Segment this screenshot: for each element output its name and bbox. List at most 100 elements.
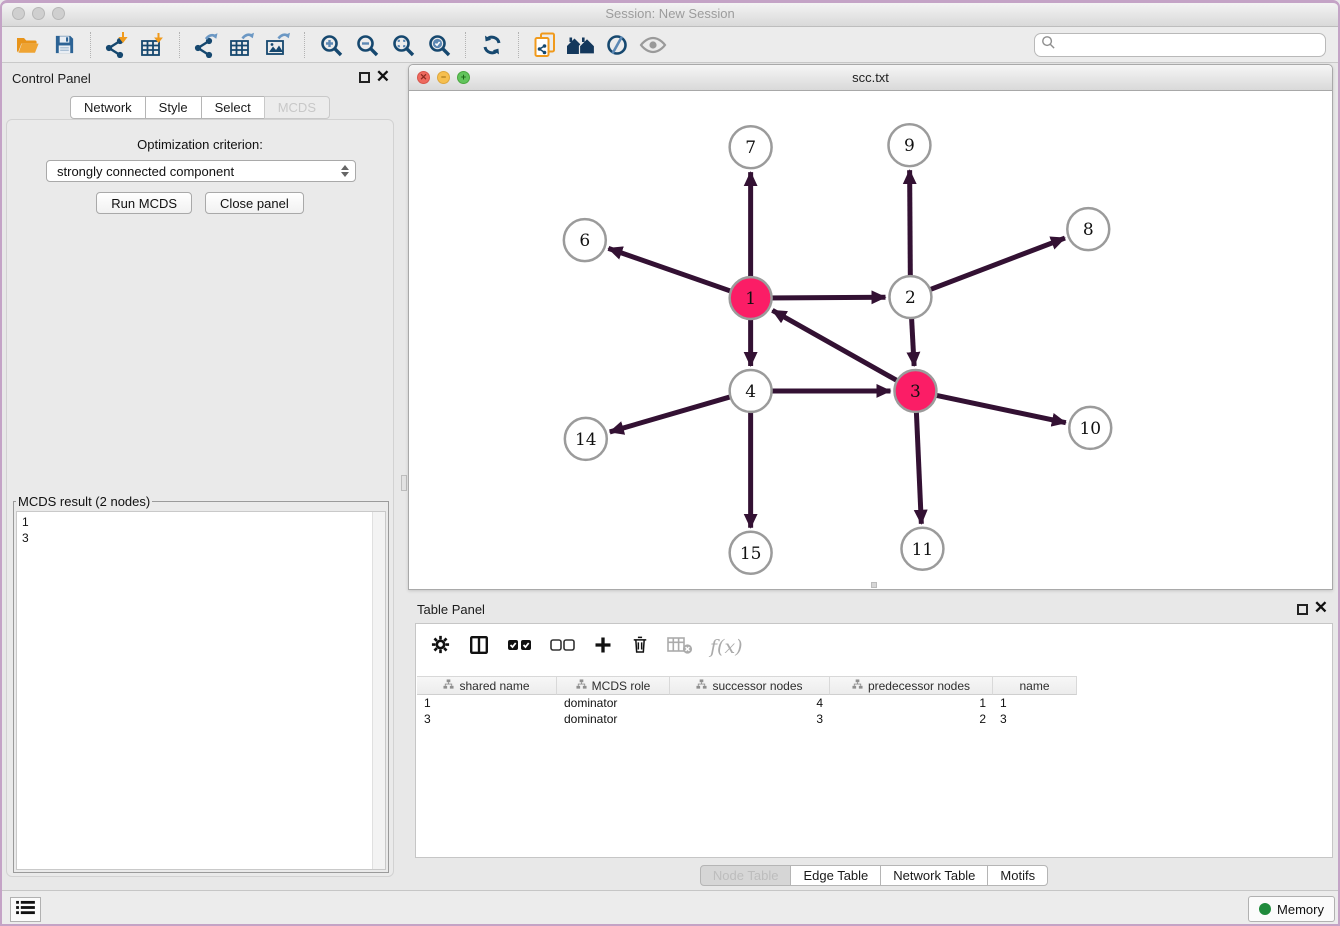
- save-floppy-icon: [53, 33, 76, 56]
- edge-3-10[interactable]: [915, 391, 1065, 423]
- unselect-all-columns-button[interactable]: [550, 637, 576, 658]
- table-cell[interactable]: 3: [417, 711, 557, 727]
- show-column-button[interactable]: [468, 634, 490, 661]
- table-cell[interactable]: 4: [670, 695, 830, 711]
- select-all-columns-button[interactable]: [507, 637, 533, 658]
- status-bar: Memory: [0, 890, 1340, 926]
- float-panel-icon[interactable]: [359, 72, 370, 83]
- tab-select[interactable]: Select: [201, 96, 265, 119]
- table-settings-button[interactable]: [430, 634, 451, 660]
- float-table-panel-icon[interactable]: [1297, 604, 1308, 615]
- trash-icon: [630, 634, 650, 660]
- canvas-resize-handle[interactable]: [871, 582, 877, 588]
- toolbar-separator: [518, 32, 519, 58]
- checked-boxes-icon: [507, 637, 533, 658]
- table-cell[interactable]: 1: [830, 695, 993, 711]
- tab-network-table[interactable]: Network Table: [880, 865, 988, 886]
- run-mcds-button[interactable]: Run MCDS: [96, 192, 192, 214]
- node-label-3: 3: [910, 382, 921, 402]
- column-header-shared-name[interactable]: shared name: [417, 676, 557, 695]
- export-image-button[interactable]: [260, 30, 296, 60]
- plus-icon: [593, 635, 613, 660]
- tab-node-table[interactable]: Node Table: [700, 865, 792, 886]
- mcds-result-fieldset: MCDS result (2 nodes) 1 3: [13, 494, 389, 873]
- tree-icon: [852, 679, 863, 693]
- edge-2-8[interactable]: [910, 238, 1064, 297]
- zoom-out-icon: [355, 33, 379, 57]
- zoom-out-button[interactable]: [349, 30, 385, 60]
- table-cell[interactable]: 3: [670, 711, 830, 727]
- table-cell[interactable]: 3: [993, 711, 1077, 727]
- panel-splitter[interactable]: [400, 63, 408, 890]
- toolbar-separator: [90, 32, 91, 58]
- tab-mcds[interactable]: MCDS: [264, 96, 330, 119]
- delete-table-button[interactable]: [667, 635, 693, 660]
- import-table-button[interactable]: [135, 30, 171, 60]
- hide-graphics-details-button[interactable]: [599, 30, 635, 60]
- import-network-button[interactable]: [99, 30, 135, 60]
- control-panel-header: Control Panel ✕: [0, 63, 400, 93]
- function-builder-button[interactable]: f(x): [710, 636, 743, 658]
- tab-motifs[interactable]: Motifs: [987, 865, 1048, 886]
- result-scrollbar[interactable]: [372, 512, 385, 869]
- memory-button[interactable]: Memory: [1248, 896, 1335, 922]
- main-area: Control Panel ✕ Network Style Select MCD…: [0, 63, 1340, 890]
- optimization-criterion-select[interactable]: strongly connected component: [46, 160, 356, 182]
- edge-1-6[interactable]: [608, 248, 750, 298]
- zoom-fit-button[interactable]: [385, 30, 421, 60]
- node-label-1: 1: [745, 289, 756, 309]
- refresh-layout-button[interactable]: [474, 30, 510, 60]
- delete-column-button[interactable]: [630, 634, 650, 660]
- table-cell[interactable]: 2: [830, 711, 993, 727]
- zoom-in-button[interactable]: [313, 30, 349, 60]
- zoom-selected-icon: [427, 33, 451, 57]
- network-view-window: ✕ − + scc.txt 1234678910111415: [408, 64, 1333, 590]
- tab-edge-table[interactable]: Edge Table: [790, 865, 881, 886]
- memory-label: Memory: [1277, 902, 1324, 917]
- close-panel-button[interactable]: Close panel: [205, 192, 304, 214]
- control-panel-tabs: Network Style Select MCDS: [0, 96, 400, 119]
- search-input[interactable]: [1056, 37, 1319, 52]
- close-panel-icon[interactable]: ✕: [376, 67, 390, 87]
- network-canvas[interactable]: 1234678910111415: [409, 91, 1332, 589]
- export-network-icon: [193, 32, 219, 58]
- table-panel: Table Panel ✕ f(x) shared name MCDS role…: [408, 596, 1340, 890]
- table-cell[interactable]: dominator: [557, 711, 670, 727]
- column-header-predecessor-nodes[interactable]: predecessor nodes: [830, 676, 993, 695]
- search-box: [1034, 33, 1326, 57]
- tab-network[interactable]: Network: [70, 96, 146, 119]
- network-graph[interactable]: 1234678910111415: [409, 91, 1332, 589]
- optimization-criterion-value: strongly connected component: [57, 164, 234, 179]
- home-views-button[interactable]: [563, 30, 599, 60]
- node-label-14: 14: [575, 430, 597, 450]
- table-cell[interactable]: 1: [993, 695, 1077, 711]
- create-column-button[interactable]: [593, 635, 613, 660]
- toolbar-separator: [465, 32, 466, 58]
- export-table-button[interactable]: [224, 30, 260, 60]
- close-table-panel-icon[interactable]: ✕: [1314, 598, 1328, 618]
- table-cell[interactable]: 1: [417, 695, 557, 711]
- table-cell[interactable]: dominator: [557, 695, 670, 711]
- column-header-successor-nodes[interactable]: successor nodes: [670, 676, 830, 695]
- clone-network-button[interactable]: [527, 30, 563, 60]
- node-label-4: 4: [745, 382, 756, 402]
- circle-slash-icon: [605, 33, 629, 57]
- node-label-11: 11: [912, 540, 934, 560]
- open-session-button[interactable]: [10, 30, 46, 60]
- export-network-button[interactable]: [188, 30, 224, 60]
- column-header-mcds-role[interactable]: MCDS role: [557, 676, 670, 695]
- table-panel-tabs: Node Table Edge Table Network Table Moti…: [408, 865, 1340, 886]
- unchecked-boxes-icon: [550, 637, 576, 658]
- edge-3-1[interactable]: [772, 310, 915, 391]
- splitter-handle[interactable]: [401, 475, 407, 491]
- toggle-bird-view-button[interactable]: [635, 30, 671, 60]
- column-header-name[interactable]: name: [993, 676, 1077, 695]
- save-session-button[interactable]: [46, 30, 82, 60]
- mcds-result-textarea[interactable]: 1 3: [16, 511, 386, 870]
- tree-icon: [576, 679, 587, 693]
- export-table-icon: [229, 32, 255, 58]
- zoom-selected-button[interactable]: [421, 30, 457, 60]
- task-history-button[interactable]: [10, 897, 41, 922]
- result-line: 1: [22, 514, 380, 530]
- tab-style[interactable]: Style: [145, 96, 202, 119]
